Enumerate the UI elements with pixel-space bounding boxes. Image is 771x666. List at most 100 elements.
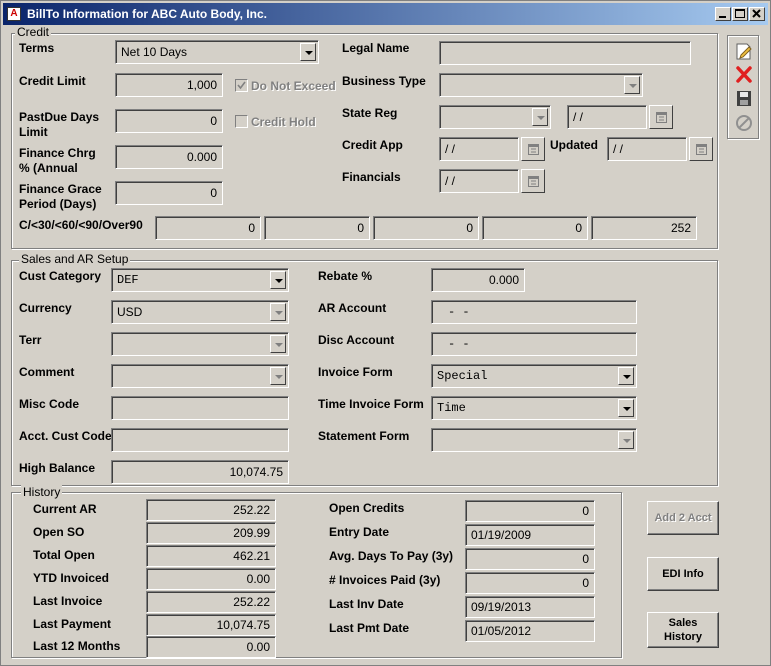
avg-days-field[interactable]: 0 — [465, 548, 595, 570]
comment-label: Comment — [19, 365, 75, 379]
minimize-button[interactable] — [715, 7, 731, 21]
edit-button[interactable] — [732, 40, 756, 62]
chevron-down-icon[interactable] — [624, 76, 640, 94]
chevron-down-icon[interactable] — [270, 303, 286, 321]
credit-app-label: Credit App — [342, 138, 403, 152]
business-type-label: Business Type — [342, 74, 426, 88]
maximize-icon — [735, 9, 745, 18]
last-payment-field[interactable]: 10,074.75 — [146, 614, 276, 636]
high-balance-label: High Balance — [19, 461, 96, 475]
invoices-paid-field[interactable]: 0 — [465, 572, 595, 594]
currency-select[interactable]: USD — [111, 300, 289, 324]
current-ar-field[interactable]: 252.22 — [146, 499, 276, 521]
finance-chrg-label-line2: % (Annual — [19, 161, 78, 175]
finance-grace-field[interactable]: 0 — [115, 181, 223, 205]
last-invoice-label: Last Invoice — [33, 594, 103, 608]
save-button[interactable] — [732, 88, 756, 110]
do-not-exceed-label: Do Not Exceed — [251, 79, 336, 93]
high-balance-field[interactable]: 10,074.75 — [111, 460, 289, 484]
chevron-down-icon[interactable] — [270, 367, 286, 385]
financials-date-field[interactable]: / / — [439, 169, 519, 193]
ar-account-field[interactable]: - - — [431, 300, 637, 324]
invoices-paid-label: # Invoices Paid (3y) — [329, 573, 441, 587]
legal-name-field[interactable] — [439, 41, 691, 65]
last-12-months-field[interactable]: 0.00 — [146, 636, 276, 658]
acct-cust-code-label: Acct. Cust Code — [19, 429, 112, 443]
save-disk-icon — [737, 91, 751, 106]
time-invoice-form-value: Time — [437, 401, 466, 415]
chevron-down-icon[interactable] — [270, 335, 286, 353]
chevron-down-icon[interactable] — [270, 271, 286, 289]
do-not-exceed-checkbox[interactable] — [235, 79, 248, 92]
sales-history-label-line1: Sales — [668, 617, 698, 629]
current-ar-label: Current AR — [33, 502, 97, 516]
aging-30-field[interactable]: 0 — [264, 216, 370, 240]
finance-chrg-field[interactable]: 0.000 — [115, 145, 223, 169]
chevron-down-icon[interactable] — [618, 431, 634, 449]
billto-window: A BillTo Information for ABC Auto Body, … — [0, 0, 771, 666]
rebate-label: Rebate % — [318, 269, 373, 283]
financials-calendar-button[interactable] — [521, 169, 545, 193]
time-invoice-form-select[interactable]: Time — [431, 396, 637, 420]
cancel-button[interactable] — [732, 112, 756, 134]
statement-form-select[interactable] — [431, 428, 637, 452]
sales-history-button[interactable]: Sales History — [647, 612, 719, 648]
credit-app-calendar-button[interactable] — [521, 137, 545, 161]
finance-grace-label-line1: Finance Grace — [19, 182, 102, 196]
entry-date-field[interactable]: 01/19/2009 — [465, 524, 595, 546]
invoice-form-select[interactable]: Special — [431, 364, 637, 388]
invoice-form-value: Special — [437, 369, 488, 383]
terr-label: Terr — [19, 333, 42, 347]
close-button[interactable] — [749, 7, 765, 21]
comment-select[interactable] — [111, 364, 289, 388]
credit-app-date-field[interactable]: / / — [439, 137, 519, 161]
total-open-field[interactable]: 462.21 — [146, 545, 276, 567]
aging-60-field[interactable]: 0 — [373, 216, 479, 240]
maximize-button[interactable] — [732, 7, 748, 21]
terr-select[interactable] — [111, 332, 289, 356]
avg-days-label: Avg. Days To Pay (3y) — [329, 549, 454, 563]
disc-account-field[interactable]: - - — [431, 332, 637, 356]
chevron-down-icon[interactable] — [532, 108, 548, 126]
cust-category-select[interactable]: DEF — [111, 268, 289, 292]
open-so-field[interactable]: 209.99 — [146, 522, 276, 544]
delete-button[interactable] — [732, 64, 756, 86]
aging-label: C/<30/<60/<90/Over90 — [19, 218, 143, 232]
credit-limit-field[interactable]: 1,000 — [115, 73, 223, 97]
state-reg-select[interactable] — [439, 105, 551, 129]
state-reg-calendar-button[interactable] — [649, 105, 673, 129]
open-credits-field[interactable]: 0 — [465, 500, 595, 522]
add-2-acct-button[interactable]: Add 2 Acct — [647, 501, 719, 535]
aging-over90-field[interactable]: 252 — [591, 216, 697, 240]
business-type-select[interactable] — [439, 73, 643, 97]
chevron-down-icon[interactable] — [618, 367, 634, 385]
credit-hold-checkbox[interactable] — [235, 115, 248, 128]
credit-hold-label: Credit Hold — [251, 115, 316, 129]
rebate-field[interactable]: 0.000 — [431, 268, 525, 292]
aging-current-field[interactable]: 0 — [155, 216, 261, 240]
misc-code-field[interactable] — [111, 396, 289, 420]
finance-grace-label-line2: Period (Days) — [19, 197, 97, 211]
last-inv-date-field[interactable]: 09/19/2013 — [465, 596, 595, 618]
chevron-down-icon[interactable] — [618, 399, 634, 417]
updated-date-field[interactable]: / / — [607, 137, 687, 161]
currency-value: USD — [117, 305, 143, 319]
updated-calendar-button[interactable] — [689, 137, 713, 161]
entry-date-label: Entry Date — [329, 525, 390, 539]
last-pmt-date-field[interactable]: 01/05/2012 — [465, 620, 595, 642]
title-bar[interactable]: A BillTo Information for ABC Auto Body, … — [3, 3, 768, 25]
ytd-invoiced-field[interactable]: 0.00 — [146, 568, 276, 590]
calendar-icon — [528, 176, 539, 187]
pastdue-days-field[interactable]: 0 — [115, 109, 223, 133]
edi-info-button[interactable]: EDI Info — [647, 557, 719, 591]
acct-cust-code-field[interactable] — [111, 428, 289, 452]
last-invoice-field[interactable]: 252.22 — [146, 591, 276, 613]
sales-ar-group-title: Sales and AR Setup — [19, 252, 131, 266]
calendar-icon — [696, 144, 707, 155]
open-credits-label: Open Credits — [329, 501, 405, 515]
finance-chrg-label-line1: Finance Chrg — [19, 146, 96, 160]
aging-90-field[interactable]: 0 — [482, 216, 588, 240]
terms-select[interactable]: Net 10 Days — [115, 40, 319, 64]
chevron-down-icon[interactable] — [300, 43, 316, 61]
state-reg-date-field[interactable]: / / — [567, 105, 647, 129]
